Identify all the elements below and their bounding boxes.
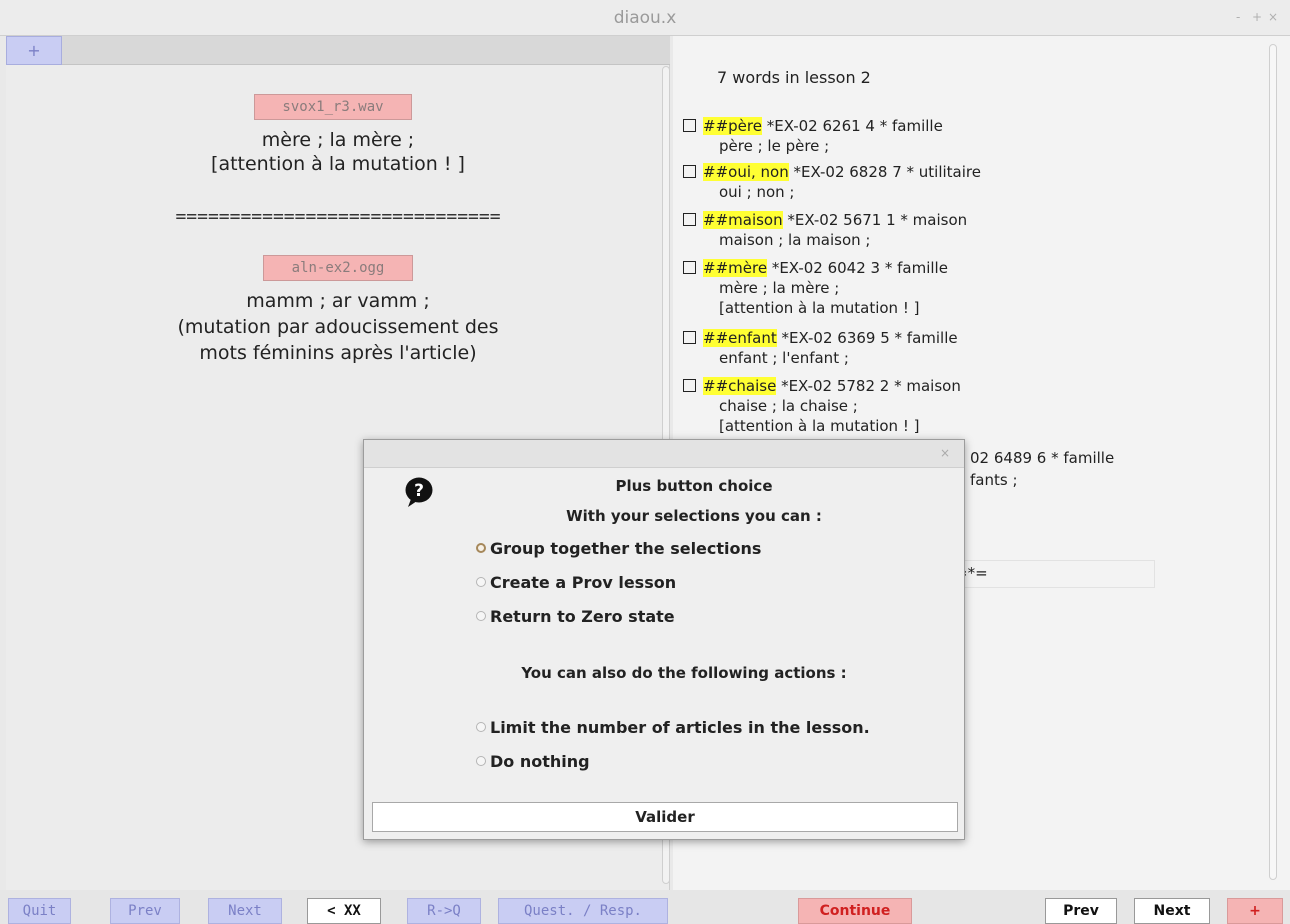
entry-detail: [attention à la mutation ! ] <box>719 417 920 435</box>
radio-icon[interactable] <box>476 611 486 621</box>
entry-detail: oui ; non ; <box>719 183 795 201</box>
entry-checkbox[interactable] <box>683 331 696 344</box>
next-lesson-button[interactable]: Next <box>1134 898 1210 924</box>
entry-tag: ##oui, non <box>703 163 789 181</box>
radio-icon[interactable] <box>476 577 486 587</box>
prev-lesson-button[interactable]: Prev <box>1045 898 1117 924</box>
r-to-q-button[interactable]: R->Q <box>407 898 481 924</box>
bottom-toolbar: Quit Prev Next < XX R->Q Quest. / Resp. … <box>0 890 1290 924</box>
answer-text-line1: mère ; la mère ; <box>261 129 415 151</box>
minimize-button[interactable]: - <box>1236 10 1240 24</box>
entry-info: *EX-02 6369 5 * famille <box>776 329 958 347</box>
prev-question-button[interactable]: Prev <box>110 898 180 924</box>
word-entry: ##père *EX-02 6261 4 * famille père ; le… <box>683 116 943 156</box>
radio-icon[interactable] <box>476 722 486 732</box>
lesson-header: 7 words in lesson 2 <box>717 68 871 87</box>
entry-detail: chaise ; la chaise ; <box>719 397 858 415</box>
entry-checkbox[interactable] <box>683 379 696 392</box>
dialog-titlebar: × <box>364 440 964 468</box>
separator-line: ============================== <box>175 206 501 227</box>
option-label: Group together the selections <box>490 539 762 558</box>
radio-icon[interactable] <box>476 756 486 766</box>
entry-info: *EX-02 6261 4 * famille <box>761 117 943 135</box>
option-label: Return to Zero state <box>490 607 675 626</box>
entry-checkbox[interactable] <box>683 165 696 178</box>
next-question-button[interactable]: Next <box>208 898 282 924</box>
option-return-zero[interactable]: Return to Zero state <box>476 607 675 626</box>
option-label: Create a Prov lesson <box>490 573 677 592</box>
radio-selected-icon[interactable] <box>476 543 486 553</box>
entry-tag: ##maison <box>703 211 783 229</box>
right-scrollbar[interactable] <box>1269 44 1277 880</box>
maximize-button[interactable]: + <box>1252 10 1262 24</box>
word-entry: ##maison *EX-02 5671 1 * maison maison ;… <box>683 210 967 250</box>
option-label: Limit the number of articles in the less… <box>490 718 870 737</box>
quest-resp-button[interactable]: Quest. / Resp. <box>498 898 668 924</box>
dialog-subtitle: With your selections you can : <box>566 507 822 525</box>
dialog-also-heading: You can also do the following actions : <box>521 664 847 682</box>
plus-choice-dialog: × ? Plus button choice With your selecti… <box>363 439 965 840</box>
entry-checkbox[interactable] <box>683 213 696 226</box>
validate-button[interactable]: Valider <box>372 802 958 832</box>
option-group-together[interactable]: Group together the selections <box>476 539 761 558</box>
word-entry: ##enfant *EX-02 6369 5 * famille enfant … <box>683 328 958 368</box>
option-do-nothing[interactable]: Do nothing <box>476 752 590 771</box>
window-titlebar: diaou.x - + × <box>0 0 1290 36</box>
continue-button[interactable]: Continue <box>798 898 912 924</box>
window-title: diaou.x <box>613 8 677 28</box>
entry-tag: ##père <box>703 117 762 135</box>
entry-checkbox[interactable] <box>683 119 696 132</box>
add-tab-button[interactable]: + <box>6 36 62 65</box>
quit-button[interactable]: Quit <box>8 898 71 924</box>
entry-info: *EX-02 5782 2 * maison <box>776 377 961 395</box>
entry-info: *EX-02 5671 1 * maison <box>782 211 968 229</box>
translation-line3: mots féminins après l'article) <box>199 342 477 364</box>
entry-detail: maison ; la maison ; <box>719 231 871 249</box>
dialog-close-icon[interactable]: × <box>940 446 950 460</box>
translation-line2: (mutation par adoucissement des <box>177 316 499 338</box>
option-label: Do nothing <box>490 752 590 771</box>
entry-detail: père ; le père ; <box>719 137 830 155</box>
audio-button-svox[interactable]: svox1_r3.wav <box>254 94 412 120</box>
back-xx-button[interactable]: < XX <box>307 898 381 924</box>
entry-tag: ##mère <box>703 259 768 277</box>
entry-info: *EX-02 6828 7 * utilitaire <box>788 163 981 181</box>
answer-text-line2: [attention à la mutation ! ] <box>211 153 465 175</box>
dialog-title: Plus button choice <box>615 477 773 495</box>
entry-detail: enfant ; l'enfant ; <box>719 349 849 367</box>
option-create-prov-lesson[interactable]: Create a Prov lesson <box>476 573 676 592</box>
audio-button-aln[interactable]: aln-ex2.ogg <box>263 255 413 281</box>
question-icon: ? <box>405 477 433 507</box>
partial-entry-info: 02 6489 6 * famille <box>970 449 1115 467</box>
entry-info: *EX-02 6042 3 * famille <box>767 259 948 277</box>
word-entry: ##chaise *EX-02 5782 2 * maison chaise ;… <box>683 376 961 436</box>
plus-button[interactable]: + <box>1227 898 1283 924</box>
entry-checkbox[interactable] <box>683 261 696 274</box>
svg-text:?: ? <box>414 481 424 501</box>
option-limit-articles[interactable]: Limit the number of articles in the less… <box>476 718 870 737</box>
entry-detail: mère ; la mère ; <box>719 279 840 297</box>
word-entry: ##mère *EX-02 6042 3 * famille mère ; la… <box>683 258 948 318</box>
entry-detail: [attention à la mutation ! ] <box>719 299 920 317</box>
translation-line1: mamm ; ar vamm ; <box>246 290 430 312</box>
entry-tag: ##chaise <box>703 377 777 395</box>
partial-entry-detail: fants ; <box>970 471 1018 489</box>
tab-strip: + <box>6 36 670 65</box>
word-entry: ##oui, non *EX-02 6828 7 * utilitaire ou… <box>683 162 981 202</box>
entry-tag: ##enfant <box>703 329 777 347</box>
close-window-button[interactable]: × <box>1268 10 1278 24</box>
